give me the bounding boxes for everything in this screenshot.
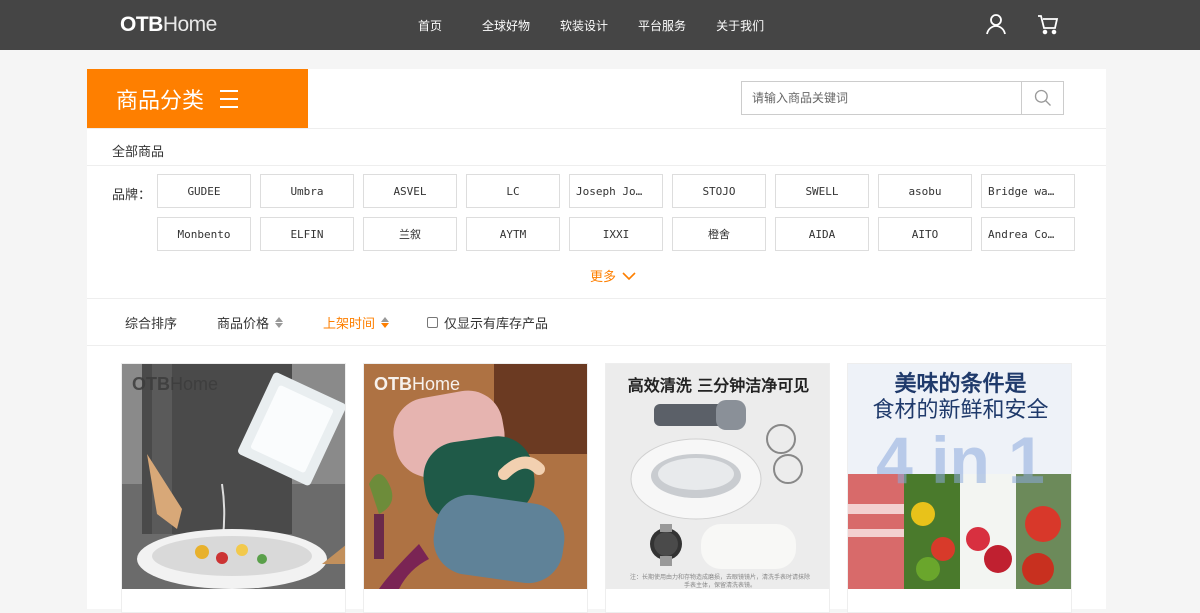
product-note: 注：长期使用由力和存物造成磨损，去眼镜镜片，清洗手表时请抹除手表主体，保留清洗表… <box>630 574 811 589</box>
watermark-logo: OTBHome <box>132 374 219 394</box>
brand-item[interactable]: Joseph Jo… <box>569 174 663 208</box>
search-box <box>741 81 1064 115</box>
nav-platform-service[interactable]: 平台服务 <box>638 17 686 34</box>
menu-icon <box>220 89 239 108</box>
sort-arrows-icon <box>381 316 390 328</box>
nav-about-us[interactable]: 关于我们 <box>716 17 764 34</box>
product-subheadline: 食材的新鲜和安全 <box>872 398 1049 423</box>
nav-home[interactable]: 首页 <box>418 17 442 34</box>
product-list-panel: 商品分类 全部商品 品牌： GUDEE Umbra ASVEL LC Josep… <box>87 69 1106 613</box>
brand-item[interactable]: STOJO <box>672 174 766 208</box>
brand-item[interactable]: AYTM <box>466 217 560 251</box>
cart-icon[interactable] <box>1036 12 1060 36</box>
stock-only-filter[interactable]: 仅显示有库存产品 <box>427 313 548 332</box>
nav-global-goods[interactable]: 全球好物 <box>482 17 530 34</box>
category-title: 商品分类 <box>116 88 205 114</box>
product-image[interactable]: 4 in 1 美味的条件是 食材的新鲜和安全 <box>848 364 1071 589</box>
more-label: 更多 <box>590 270 617 285</box>
brand-item[interactable]: 橙舍 <box>672 217 766 251</box>
product-card[interactable]: OTBHome <box>363 363 588 613</box>
sort-listing-time[interactable]: 上架时间 <box>323 313 390 332</box>
brand-item[interactable]: Umbra <box>260 174 354 208</box>
logo[interactable]: OTBHome <box>120 13 217 37</box>
stock-only-label: 仅显示有库存产品 <box>444 316 549 332</box>
brand-item[interactable]: asobu <box>878 174 972 208</box>
product-card[interactable]: OTBHome <box>121 363 346 613</box>
all-goods-link[interactable]: 全部商品 <box>112 141 164 160</box>
sort-price-label: 商品价格 <box>217 316 270 332</box>
nav-soft-decoration[interactable]: 软装设计 <box>560 17 608 34</box>
search-icon <box>1034 89 1051 106</box>
sort-default[interactable]: 综合排序 <box>125 313 177 332</box>
sort-arrows-icon <box>275 316 284 328</box>
chevron-down-icon <box>622 271 636 280</box>
sort-price[interactable]: 商品价格 <box>217 313 284 332</box>
brand-label: 品牌： <box>112 188 152 203</box>
brand-item[interactable]: IXXI <box>569 217 663 251</box>
product-card[interactable]: 4 in 1 美味的条件是 食材的新鲜和安全 <box>847 363 1072 613</box>
brand-item[interactable]: SWELL <box>775 174 869 208</box>
user-icon[interactable] <box>984 12 1008 36</box>
search-button[interactable] <box>1021 82 1063 114</box>
brand-item[interactable]: 兰叙 <box>363 217 457 251</box>
divider <box>87 165 1106 166</box>
brand-grid: GUDEE Umbra ASVEL LC Joseph Jo… STOJO SW… <box>157 174 1077 251</box>
top-navigation-bar: OTBHome 首页 全球好物 软装设计 平台服务 关于我们 <box>0 0 1200 50</box>
more-brands-button[interactable]: 更多 <box>590 266 636 285</box>
watermark-logo: OTBHome <box>374 374 461 394</box>
product-big-text: 4 in 1 <box>876 423 1045 497</box>
product-grid: OTBHome OTBHome 高效清洗 三分钟洁净可见 注：长期使用由力和存物… <box>121 363 1072 613</box>
brand-item[interactable]: ASVEL <box>363 174 457 208</box>
search-input[interactable] <box>742 82 1021 114</box>
sort-bar: 综合排序 商品价格 上架时间 仅显示有库存产品 <box>87 299 1106 345</box>
category-header[interactable]: 商品分类 <box>87 69 308 128</box>
brand-item[interactable]: AIDA <box>775 217 869 251</box>
product-image[interactable]: OTBHome <box>122 364 345 589</box>
brand-item[interactable]: Monbento <box>157 217 251 251</box>
product-card[interactable]: 高效清洗 三分钟洁净可见 注：长期使用由力和存物造成磨损，去眼镜镜片，清洗手表时… <box>605 363 830 613</box>
brand-item[interactable]: GUDEE <box>157 174 251 208</box>
header-icons <box>984 12 1060 36</box>
product-image[interactable]: 高效清洗 三分钟洁净可见 注：长期使用由力和存物造成磨损，去眼镜镜片，清洗手表时… <box>606 364 829 589</box>
brand-item[interactable]: Bridge wa… <box>981 174 1075 208</box>
product-image[interactable]: OTBHome <box>364 364 587 589</box>
sort-listing-time-label: 上架时间 <box>323 316 376 332</box>
product-headline: 高效清洗 三分钟洁净可见 <box>627 376 810 395</box>
brand-item[interactable]: LC <box>466 174 560 208</box>
brand-item[interactable]: AITO <box>878 217 972 251</box>
divider <box>87 345 1106 346</box>
stock-only-checkbox[interactable] <box>427 316 439 328</box>
sort-default-label: 综合排序 <box>125 316 178 332</box>
main-nav: 首页 全球好物 软装设计 平台服务 关于我们 <box>405 0 794 50</box>
brand-item[interactable]: Andrea Co… <box>981 217 1075 251</box>
divider <box>87 128 1106 129</box>
brand-item[interactable]: ELFIN <box>260 217 354 251</box>
